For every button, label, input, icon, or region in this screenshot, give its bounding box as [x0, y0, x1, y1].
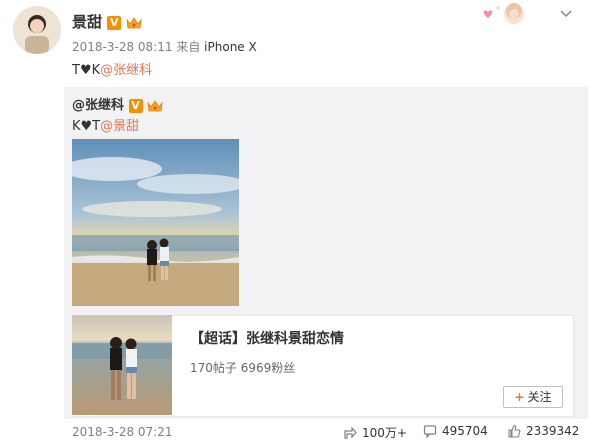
topic-thumbnail	[72, 315, 172, 415]
author-avatar[interactable]	[13, 6, 61, 54]
comment-action[interactable]: 495704	[423, 424, 488, 438]
post-time[interactable]: 2018-3-28 08:11	[72, 40, 173, 54]
topic-title[interactable]: 【超话】张继科景甜恋情	[190, 328, 344, 348]
verified-badge-icon: V	[128, 98, 143, 113]
beach-photo[interactable]	[62, 139, 247, 306]
post-meta: 2018-3-28 08:11 来自 iPhone X	[72, 38, 257, 55]
post-text-prefix: T♥K	[72, 63, 101, 78]
like-action[interactable]: 2339342	[507, 424, 579, 438]
source-prefix: 来自	[176, 40, 201, 54]
post-device: iPhone X	[204, 40, 257, 54]
comment-count: 495704	[442, 424, 488, 438]
repost-author-name[interactable]: @张继科	[72, 98, 124, 113]
repost-text: K♥T@景甜	[72, 115, 139, 134]
post-text: T♥K@张继科	[72, 59, 152, 78]
verified-badge-icon: V	[107, 15, 122, 30]
share-icon	[344, 425, 357, 439]
repost-author-row: @张继科 V	[72, 94, 163, 113]
mention-link[interactable]: @景甜	[100, 119, 139, 134]
share-count: 100万+	[362, 426, 407, 440]
comment-icon	[423, 425, 437, 438]
mention-link[interactable]: @张继科	[100, 63, 152, 78]
author-name[interactable]: 景甜	[72, 13, 102, 31]
crown-icon	[147, 99, 163, 111]
repost-text-prefix: K♥T	[72, 119, 101, 134]
chevron-down-icon[interactable]	[560, 8, 572, 23]
topic-stats: 170帖子 6969粉丝	[190, 361, 296, 375]
repost-time[interactable]: 2018-3-28 07:21	[72, 425, 173, 439]
plus-icon: +	[514, 390, 525, 404]
like-count: 2339342	[526, 424, 580, 438]
author-name-row: 景甜 V	[72, 11, 143, 32]
thumbs-up-icon	[508, 424, 521, 438]
follow-label: 关注	[527, 390, 552, 404]
share-action[interactable]: 100万+	[343, 424, 407, 441]
follow-button[interactable]: + 关注	[503, 386, 563, 408]
crown-icon	[126, 16, 143, 28]
pendant-sticker-icon	[476, 0, 532, 28]
